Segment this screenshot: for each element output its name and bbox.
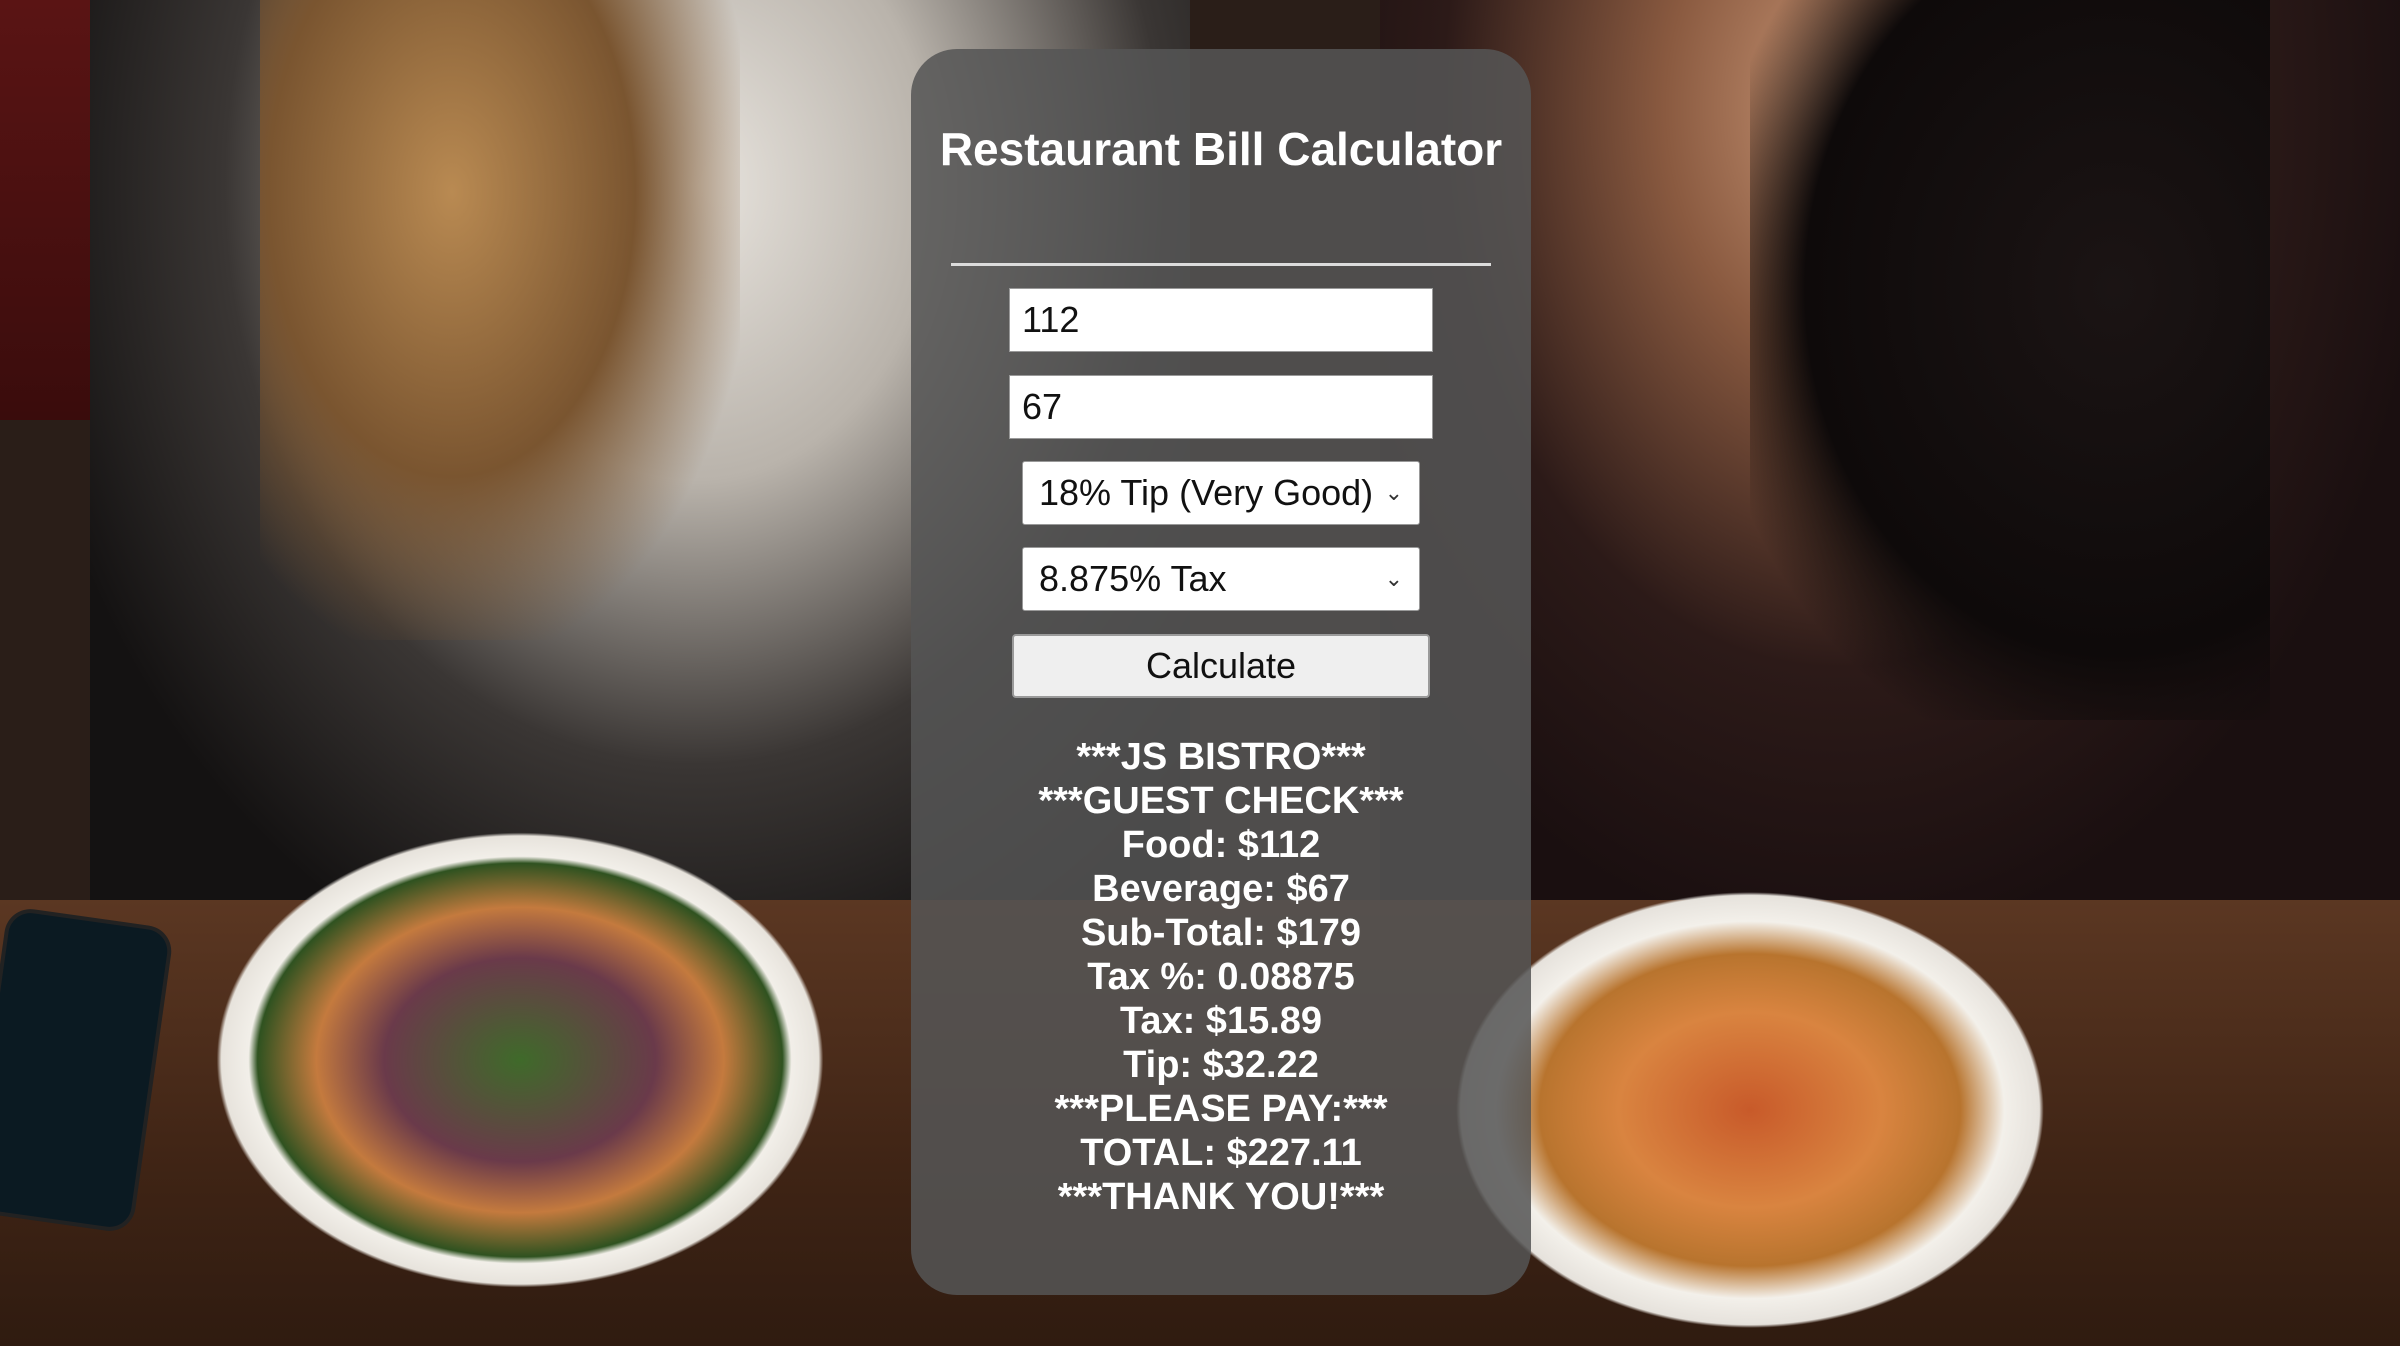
chevron-down-icon: ⌄ <box>1384 480 1403 505</box>
receipt-line: Tax: $15.89 <box>1119 1000 1323 1042</box>
receipt-line: Tax %: 0.08875 <box>1087 956 1355 998</box>
diner-right-hair <box>1750 0 2270 720</box>
receipt-line: ***GUEST CHECK*** <box>1038 780 1404 822</box>
receipt-line: ***JS BISTRO*** <box>1076 736 1366 778</box>
calculate-button[interactable]: Calculate <box>1012 634 1430 698</box>
receipt-line: ***PLEASE PAY:*** <box>1054 1088 1388 1130</box>
calculator-panel: Restaurant Bill Calculator 112 67 18% Ti… <box>911 49 1531 1295</box>
receipt-line: TOTAL: $227.11 <box>1080 1132 1362 1174</box>
tax-select-value: 8.875% Tax <box>1039 558 1227 599</box>
receipt-line: Beverage: $67 <box>1092 868 1350 910</box>
chevron-down-icon: ⌄ <box>1384 566 1403 591</box>
receipt-line: Food: $112 <box>1121 824 1321 866</box>
tip-select[interactable]: 18% Tip (Very Good) ⌄ <box>1022 461 1420 525</box>
beverage-amount-input[interactable]: 67 <box>1009 375 1433 439</box>
tip-select-value: 18% Tip (Very Good) <box>1039 472 1374 513</box>
pasta-plate <box>1440 880 2060 1340</box>
diner-left-hair <box>260 0 740 640</box>
page-title: Restaurant Bill Calculator <box>939 123 1503 175</box>
receipt-line: Sub-Total: $179 <box>1080 912 1362 954</box>
receipt-line: ***THANK YOU!*** <box>1057 1176 1385 1218</box>
receipt-line: Tip: $32.22 <box>1123 1044 1319 1086</box>
title-divider <box>951 263 1491 266</box>
food-amount-input[interactable]: 112 <box>1009 288 1433 352</box>
tax-select[interactable]: 8.875% Tax ⌄ <box>1022 547 1420 611</box>
salad-plate <box>200 820 840 1300</box>
guest-check: ***JS BISTRO*** ***GUEST CHECK*** Food: … <box>911 735 1531 1219</box>
